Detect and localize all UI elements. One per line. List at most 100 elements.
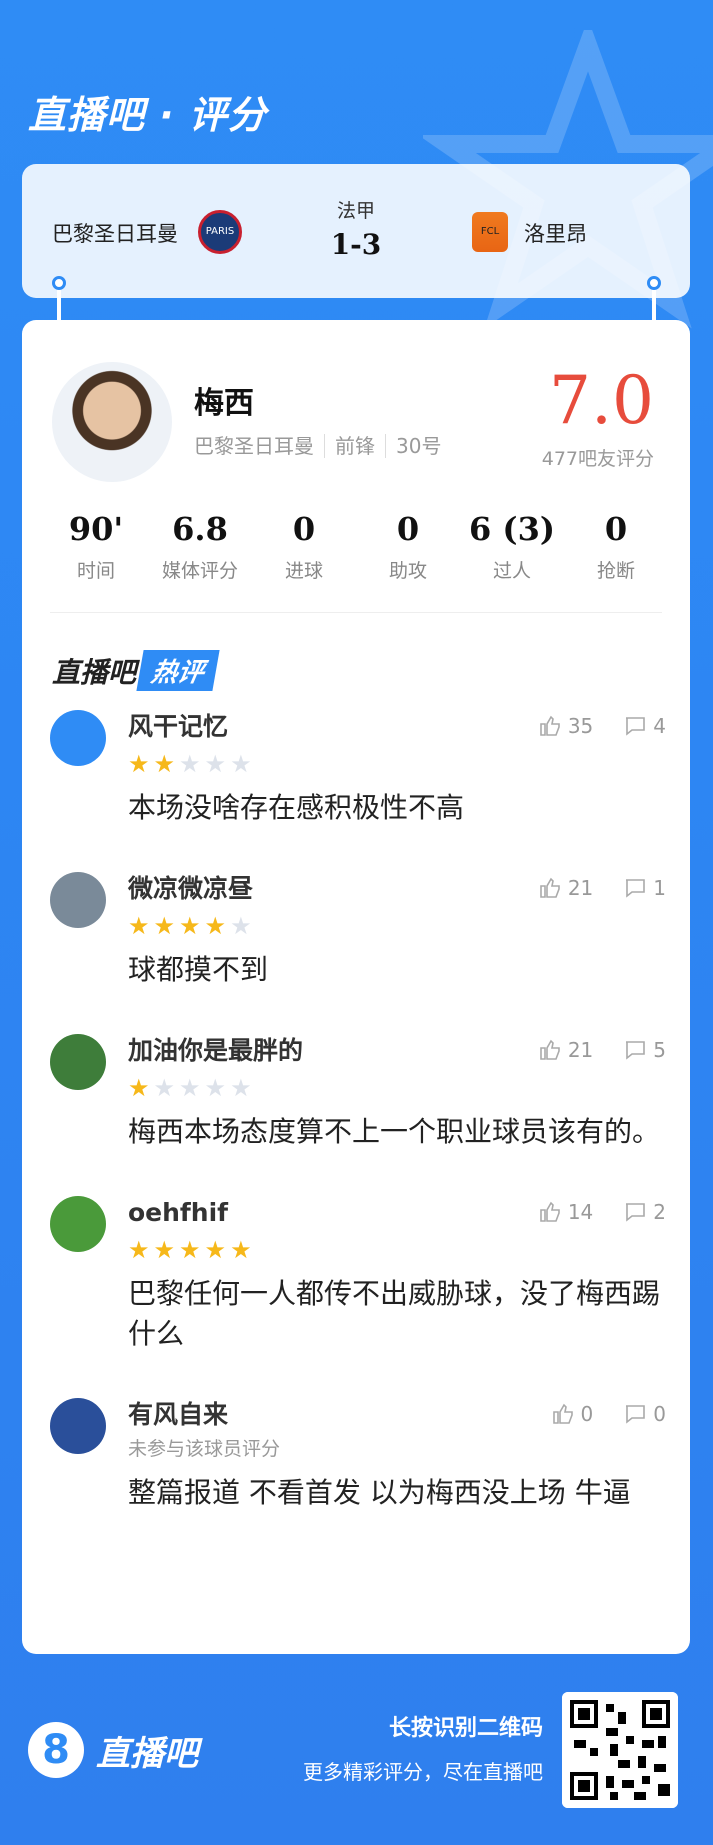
- star-icon: ★: [179, 912, 201, 940]
- star-rating: ★ ★ ★ ★ ★: [128, 1074, 666, 1102]
- footer-tagline: 更多精彩评分，尽在直播吧: [303, 1760, 543, 1784]
- commenter-avatar[interactable]: [50, 872, 106, 928]
- player-meta: 巴黎圣日耳曼 前锋 30号: [194, 430, 442, 459]
- hot-comments-heading: 直播吧 热评: [52, 650, 220, 691]
- star-rating: ★ ★ ★ ★ ★: [128, 912, 666, 940]
- not-rated-note: 未参与该球员评分: [128, 1438, 281, 1460]
- comment-item: 风干记忆 ★ ★ ★ ★ ★ 本场没啥存在感积极性不高 35 4: [22, 710, 690, 828]
- star-icon: ★: [153, 912, 176, 940]
- comment-text: 球都摸不到: [128, 953, 269, 986]
- reply-button[interactable]: 0: [623, 1402, 666, 1426]
- comment-actions: 21 5: [538, 1038, 666, 1062]
- rating-count: 477吧友评分: [541, 448, 654, 470]
- thumbs-up-icon: [540, 1201, 560, 1222]
- star-icon: ★: [230, 1236, 252, 1264]
- reply-count: 1: [653, 876, 666, 900]
- player-team: 巴黎圣日耳曼: [194, 434, 314, 458]
- reply-button[interactable]: 2: [623, 1200, 666, 1224]
- reply-count: 5: [653, 1038, 666, 1062]
- divider: [50, 612, 662, 613]
- reply-button[interactable]: 5: [623, 1038, 666, 1062]
- stat-item: 0 抢断: [564, 510, 668, 583]
- away-team-name: 洛里昂: [524, 222, 587, 246]
- thumbs-up-icon: [552, 1403, 573, 1424]
- comment-item: 加油你是最胖的 ★ ★ ★ ★ ★ 梅西本场态度算不上一个职业球员该有的。 21 5: [22, 1034, 690, 1152]
- star-icon: ★: [204, 912, 227, 940]
- commenter-avatar[interactable]: [50, 1034, 106, 1090]
- star-icon: ★: [153, 1074, 176, 1102]
- like-button[interactable]: 21: [538, 876, 593, 900]
- commenter-avatar[interactable]: [50, 1196, 106, 1252]
- commenter-avatar[interactable]: [50, 710, 106, 766]
- comment-list: 风干记忆 ★ ★ ★ ★ ★ 本场没啥存在感积极性不高 35 4 微凉微凉昼 ★ ★ ★ ★ ★ 球都摸不到 2…: [22, 710, 690, 1557]
- lorient-crest-icon: FCL: [472, 212, 508, 252]
- comment-actions: 14 2: [538, 1200, 666, 1224]
- like-count: 0: [580, 1402, 594, 1426]
- stat-value: 0: [396, 510, 420, 548]
- like-button[interactable]: 14: [538, 1200, 593, 1224]
- comment-text: 整篇报道 不看首发 以为梅西没上场 牛逼: [128, 1476, 631, 1509]
- thumbs-up-icon: [540, 877, 560, 898]
- reply-button[interactable]: 4: [623, 714, 666, 738]
- star-icon: ★: [204, 1236, 227, 1264]
- star-icon: ★: [230, 912, 252, 940]
- reply-count: 4: [653, 714, 666, 738]
- stat-label: 抢断: [596, 560, 635, 582]
- hot-heading-tag: 热评: [136, 650, 220, 691]
- comment-text: 巴黎任何一人都传不出威胁球，没了梅西踢什么: [128, 1277, 661, 1350]
- like-button[interactable]: 0: [551, 1402, 594, 1426]
- comment-actions: 00: [551, 1402, 666, 1426]
- star-icon: ★: [179, 750, 201, 778]
- logo-mark-icon: 8: [28, 1722, 84, 1778]
- thumbs-up-icon: [540, 1039, 560, 1060]
- comment-actions: 21 1: [538, 876, 666, 900]
- player-number: 30号: [385, 434, 442, 458]
- comment-icon: [626, 717, 646, 736]
- comment-text: 梅西本场态度算不上一个职业球员该有的。: [128, 1115, 661, 1148]
- like-button[interactable]: 35: [538, 714, 593, 738]
- comment-actions: 35 4: [538, 714, 666, 738]
- footer-logo: 8 直播吧: [28, 1722, 198, 1778]
- star-icon: ★: [153, 750, 176, 778]
- stat-value: 0: [292, 510, 316, 548]
- footer-promo: 长按识别二维码 更多精彩评分，尽在直播吧: [303, 1710, 543, 1785]
- reply-button[interactable]: 1: [623, 876, 666, 900]
- star-icon: ★: [128, 912, 150, 940]
- comment-item: oehfhif ★ ★ ★ ★ ★ 巴黎任何一人都传不出威胁球，没了梅西踢什么 14 2: [22, 1196, 690, 1354]
- star-icon: ★: [204, 1074, 227, 1102]
- brand-title: 直播吧 · 评分: [28, 93, 267, 137]
- like-button[interactable]: 21: [538, 1038, 593, 1062]
- comment-icon: [626, 1405, 646, 1424]
- stat-item: 6 (3) 过人: [460, 510, 564, 583]
- like-count: 21: [567, 876, 594, 900]
- comment-icon: [626, 879, 646, 898]
- comment-icon: [626, 1041, 646, 1060]
- comment-item: 有风自来 未参与该球员评分 整篇报道 不看首发 以为梅西没上场 牛逼 0 0: [22, 1398, 690, 1513]
- comment-item: 微凉微凉昼 ★ ★ ★ ★ ★ 球都摸不到 21 1: [22, 872, 690, 990]
- commenter-avatar[interactable]: [50, 1398, 106, 1454]
- like-count: 14: [567, 1200, 594, 1224]
- stat-item: 0 进球: [252, 510, 356, 583]
- footer-qr-hint: 长按识别二维码: [388, 1716, 543, 1741]
- stat-label: 时间: [76, 560, 115, 582]
- like-count: 21: [567, 1038, 594, 1062]
- star-icon: ★: [230, 1074, 252, 1102]
- star-rating: ★ ★ ★ ★ ★: [128, 1236, 666, 1264]
- player-avatar: [52, 362, 172, 482]
- stat-value: 90': [68, 510, 124, 548]
- reply-count: 2: [653, 1200, 666, 1224]
- star-icon: ★: [179, 1074, 201, 1102]
- qr-code-icon[interactable]: [562, 1692, 678, 1808]
- stat-item: 90' 时间: [44, 510, 148, 583]
- stat-item: 6.8 媒体评分: [148, 510, 252, 583]
- match-header: 巴黎圣日耳曼 PARIS 法甲 1-3 FCL 洛里昂: [22, 164, 690, 298]
- star-icon: ★: [128, 750, 150, 778]
- star-icon: ★: [179, 1236, 201, 1264]
- stat-label: 助攻: [388, 560, 427, 582]
- star-icon: ★: [153, 1236, 176, 1264]
- stat-label: 过人: [492, 560, 531, 582]
- comment-text: 本场没啥存在感积极性不高: [128, 791, 465, 824]
- logo-text: 直播吧: [96, 1733, 198, 1774]
- player-position: 前锋: [324, 434, 375, 458]
- stat-value: 6.8: [172, 510, 228, 548]
